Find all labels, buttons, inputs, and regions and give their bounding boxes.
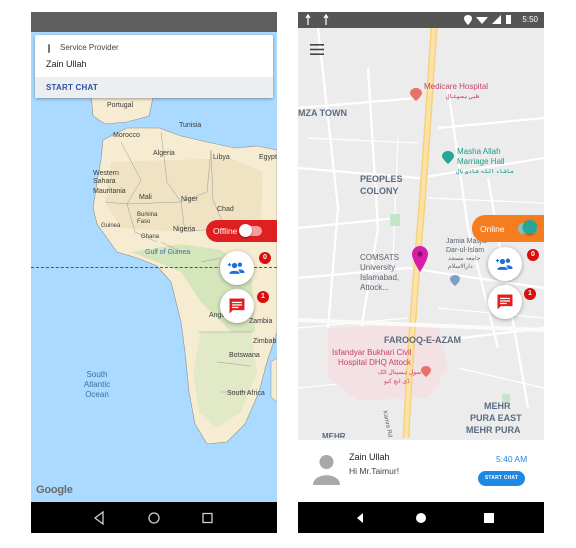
area-label: PEOPLES	[360, 174, 403, 184]
place-label[interactable]: Masha Allah	[457, 147, 501, 156]
switch-knob[interactable]	[523, 220, 537, 234]
chat-preview-panel[interactable]: Zain Ullah Hi Mr.Taimur! 5:40 AM START C…	[298, 438, 544, 502]
chat-icon	[229, 298, 245, 314]
map-label: Portugal	[107, 102, 134, 109]
home-icon	[416, 513, 426, 523]
map-label: Burkina Faso	[137, 212, 158, 225]
map-label: Gulf of Guinea	[145, 249, 191, 256]
messages-button[interactable]	[488, 285, 522, 319]
status-time: 5:50	[522, 15, 538, 24]
map-label: Chad	[217, 206, 234, 213]
avatar	[313, 455, 340, 485]
marker-icon	[48, 44, 50, 53]
map-label: Nigeria	[173, 226, 196, 233]
right-phone-screen: 5:50 Medicare Hospital طبی ہسپتال MZA TO…	[298, 12, 544, 533]
map-label: Egypt	[259, 154, 277, 161]
map-label: Algeria	[153, 150, 175, 157]
place-label: ماشاء اللہ شادی ہال	[456, 169, 514, 175]
area-label: MEHR	[484, 401, 511, 411]
home-icon	[148, 512, 160, 524]
service-provider-card[interactable]: Service Provider Zain Ullah START CHAT	[35, 35, 273, 98]
place-label: University	[360, 263, 396, 272]
map-label: Zimbab	[253, 338, 277, 345]
recents-icon	[484, 513, 494, 523]
area-label: FAROOQ-E-AZAM	[384, 335, 461, 345]
group-add-icon	[495, 258, 513, 270]
chat-last-message: Hi Mr.Taimur!	[349, 466, 400, 476]
back-icon	[357, 513, 363, 523]
place-label[interactable]: COMSATS	[360, 253, 399, 262]
status-bar	[31, 12, 277, 32]
notification-icons	[305, 13, 329, 25]
map-label: South Africa	[227, 390, 265, 397]
place-label[interactable]: Medicare Hospital	[424, 82, 488, 91]
messages-badge: 1	[524, 288, 536, 300]
map-label: Botswana	[229, 352, 260, 359]
chat-contact-name: Zain Ullah	[349, 452, 390, 462]
messages-button[interactable]	[220, 289, 254, 323]
place-label: Marriage Hall	[457, 157, 505, 166]
place-label[interactable]: Isfandyar Bukhari Civil	[332, 348, 412, 357]
availability-toggle[interactable]: Offline	[206, 220, 277, 242]
map-label: Morocco	[113, 132, 140, 139]
start-chat-button[interactable]: START CHAT	[478, 471, 525, 486]
area-label: MZA TOWN	[298, 108, 347, 118]
add-user-badge: 0	[259, 252, 271, 264]
start-chat-bar[interactable]: START CHAT	[35, 77, 273, 98]
chat-icon	[497, 294, 513, 310]
map-label: Mali	[139, 194, 152, 201]
start-chat-button[interactable]: START CHAT	[46, 83, 98, 92]
switch-knob[interactable]	[239, 224, 252, 237]
provider-name: Zain Ullah	[46, 59, 87, 69]
status-bar: 5:50	[298, 12, 544, 28]
place-label: Attock...	[360, 283, 389, 292]
provider-role: Service Provider	[60, 43, 119, 52]
map-label: Niger	[181, 196, 198, 203]
add-user-badge: 0	[527, 249, 539, 261]
map-label: Libya	[213, 154, 230, 161]
availability-toggle[interactable]: Online	[472, 215, 544, 242]
google-logo: Google	[36, 484, 73, 496]
map-label: Western Sahara	[93, 170, 119, 185]
place-label: Hospital DHQ Attock	[338, 358, 411, 367]
availability-label: Online	[480, 224, 505, 234]
add-user-button[interactable]	[220, 251, 254, 285]
availability-label: Offline	[213, 226, 238, 236]
place-label: Islamabad,	[360, 273, 400, 282]
hamburger-menu-icon	[310, 44, 324, 55]
menu-button[interactable]	[310, 42, 324, 60]
place-label: Dar-ul-Islam	[446, 247, 485, 254]
system-status-icons	[464, 15, 511, 25]
map-label: Guinea	[101, 223, 121, 229]
place-label: دارالاسلام	[448, 264, 473, 270]
area-label: PURA EAST	[470, 413, 522, 423]
provider-info: Service Provider Zain Ullah	[35, 35, 273, 75]
navigation-bar	[31, 502, 277, 533]
divider	[298, 438, 544, 440]
map-label: Zambia	[249, 318, 273, 325]
messages-badge: 1	[257, 291, 269, 303]
chat-timestamp: 5:40 AM	[496, 454, 528, 464]
recents-icon	[202, 512, 213, 524]
left-phone-screen: Portugal Tunisia Morocco Algeria Libya E…	[31, 12, 277, 533]
place-label: طبی ہسپتال	[446, 94, 480, 100]
map-label: Mauritania	[93, 188, 126, 195]
navigation-bar	[298, 502, 544, 533]
place-label: سول ہسپتال اٹک	[378, 370, 422, 376]
area-label: MEHR PURA	[466, 425, 521, 435]
back-icon	[93, 510, 104, 526]
place-label: ڈی ایچ کیو	[384, 379, 410, 385]
map-label: Ghana	[141, 234, 160, 240]
map-label: Tunisia	[179, 122, 202, 129]
add-user-button[interactable]	[488, 247, 522, 281]
ocean-label: South Atlantic Ocean	[83, 370, 111, 399]
area-label: COLONY	[360, 186, 399, 196]
group-add-icon	[227, 262, 245, 274]
